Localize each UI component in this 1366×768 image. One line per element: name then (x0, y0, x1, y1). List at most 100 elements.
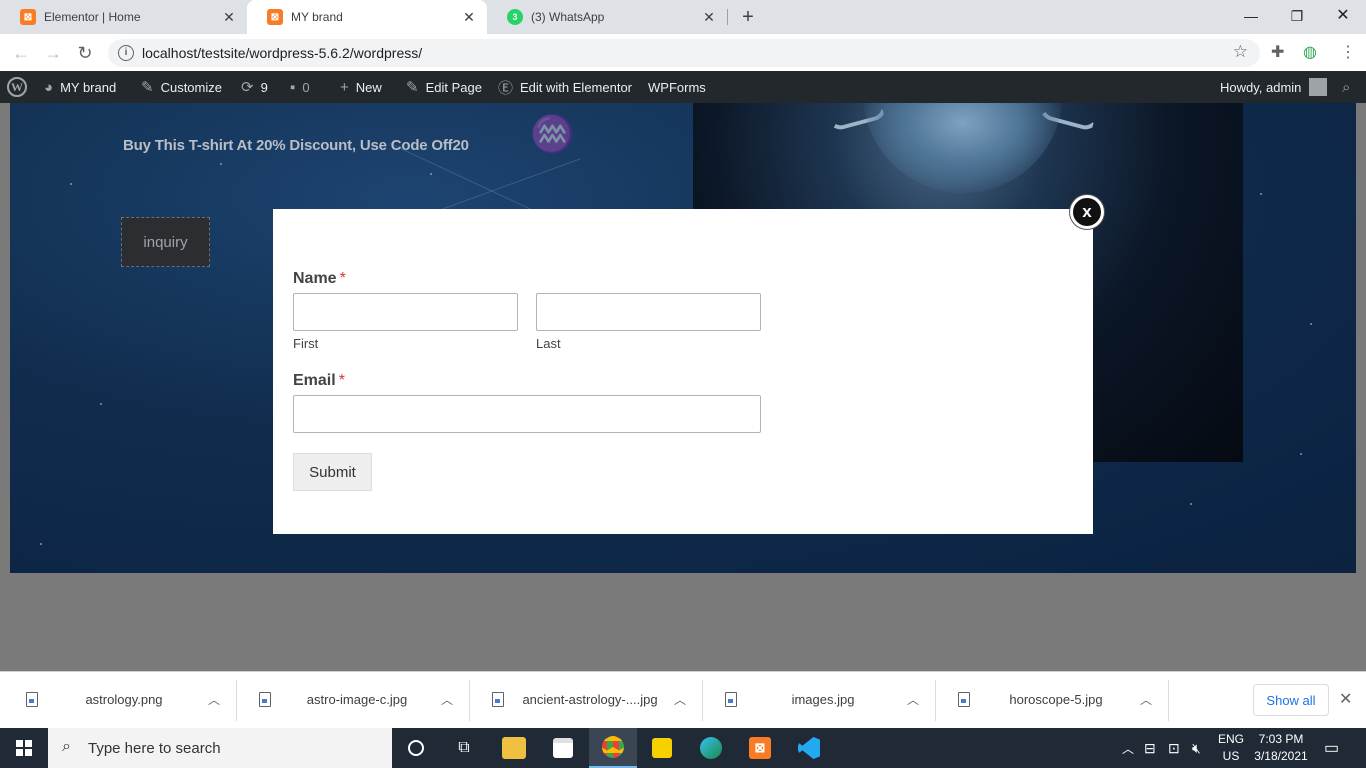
xampp-app[interactable]: ⊠ (736, 728, 784, 768)
chrome-app[interactable] (589, 728, 637, 768)
site-name-label: MY brand (60, 79, 117, 95)
tab-my-brand[interactable]: ⊠ MY brand ✕ (247, 0, 487, 34)
download-filename: horoscope-5.jpg (1009, 692, 1103, 707)
site-info-icon[interactable]: i (118, 45, 134, 61)
restore-icon[interactable]: ❐ (1274, 4, 1320, 28)
tab-whatsapp[interactable]: 3 (3) WhatsApp ✕ (487, 0, 727, 34)
last-sublabel: Last (536, 336, 561, 351)
whatsapp-badge: 3 (512, 12, 518, 22)
chevron-up-icon[interactable]: ︿ (907, 691, 919, 708)
close-icon[interactable]: ✕ (221, 9, 237, 25)
download-item[interactable]: horoscope-5.jpg ︿ (936, 672, 1169, 729)
first-sublabel: First (293, 336, 319, 351)
reload-icon[interactable]: ↻ (74, 42, 96, 64)
my-account-menu[interactable]: Howdy, admin (1220, 71, 1328, 103)
site-name-menu[interactable]: ◕ MY brand (44, 71, 116, 103)
windows-icon (16, 740, 32, 756)
network-icon[interactable]: ⊟ (1144, 728, 1156, 768)
dashboard-icon: ◕ (44, 78, 54, 96)
tab-elementor-home[interactable]: ⊠ Elementor | Home ✕ (0, 0, 247, 34)
edit-with-elementor-link[interactable]: Ⓔ Edit with Elementor (498, 71, 632, 103)
email-field-label: Email * (293, 372, 345, 390)
email-field[interactable] (293, 395, 761, 433)
star-dot (1190, 503, 1192, 505)
input-language[interactable]: ENG US (1216, 731, 1246, 765)
volume-muted-icon[interactable]: 🔇︎ (1192, 728, 1201, 768)
back-icon[interactable]: ← (10, 42, 32, 64)
wp-admin-bar: W ◕ MY brand ✎ Customize ⟳ 9 ▪ 0 + New ✎… (0, 71, 1366, 103)
first-name-input[interactable] (293, 293, 518, 331)
avatar (1309, 78, 1328, 96)
updates-count: 9 (260, 79, 268, 95)
show-hidden-icons[interactable]: ︿ (1122, 728, 1134, 768)
comments-link[interactable]: ▪ 0 (290, 71, 310, 103)
new-content-menu[interactable]: + New (340, 71, 382, 103)
wp-logo-menu[interactable]: W (7, 71, 27, 103)
notifications-icon[interactable]: ▭ (1324, 728, 1339, 768)
tab-title: MY brand (291, 10, 343, 24)
start-button[interactable] (0, 728, 48, 768)
download-filename: ancient-astrology-....jpg (522, 692, 658, 707)
wordpress-icon: W (7, 77, 27, 97)
download-item[interactable]: images.jpg ︿ (703, 672, 936, 729)
extension-globe-icon[interactable]: ◍ (1303, 42, 1317, 62)
task-view-button[interactable]: ⧉ (440, 728, 488, 768)
sticky-notes-app[interactable] (638, 728, 686, 768)
download-item[interactable]: ancient-astrology-....jpg ︿ (470, 672, 703, 729)
inquiry-button[interactable]: inquiry (121, 217, 210, 267)
xampp-icon: ⊠ (20, 9, 36, 25)
address-bar[interactable]: i localhost/testsite/wordpress-5.6.2/wor… (108, 39, 1260, 67)
cortana-icon (408, 740, 424, 756)
show-all-button[interactable]: Show all (1253, 684, 1329, 716)
window-close-icon[interactable]: ✕ (1320, 4, 1366, 28)
close-icon[interactable]: ✕ (701, 9, 717, 25)
new-label: New (355, 79, 382, 95)
cortana-button[interactable] (392, 728, 440, 768)
url-text[interactable]: localhost/testsite/wordpress-5.6.2/wordp… (142, 45, 422, 61)
file-explorer-app[interactable] (490, 728, 538, 768)
chevron-up-icon[interactable]: ︿ (1140, 691, 1152, 708)
store-app[interactable] (539, 728, 587, 768)
admin-search[interactable]: ⌕ (1342, 71, 1357, 103)
last-name-input[interactable] (536, 293, 761, 331)
chevron-up-icon[interactable]: ︿ (441, 691, 453, 708)
network-status-icon[interactable]: ⊡ (1168, 728, 1180, 768)
vscode-app[interactable] (785, 728, 833, 768)
wpforms-menu[interactable]: WPForms (648, 71, 706, 103)
brush-icon: ✎ (141, 79, 154, 96)
extensions-icon[interactable]: ✚ (1271, 42, 1284, 62)
page-content: ♒ Buy This T-shirt At 20% Discount, Use … (0, 103, 1366, 671)
star-dot (70, 183, 72, 185)
pencil-icon: ✎ (406, 79, 419, 96)
star-dot (1300, 453, 1302, 455)
download-filename: astrology.png (85, 692, 163, 707)
taskbar-search[interactable]: ⌕ Type here to search (48, 728, 392, 768)
image-file-icon (259, 692, 271, 707)
sticky-notes-icon (652, 738, 672, 758)
name-label-text: Name (293, 270, 337, 287)
bookmark-star-icon[interactable]: ☆ (1233, 42, 1248, 62)
download-item[interactable]: astrology.png ︿ (4, 672, 237, 729)
system-clock[interactable]: 7:03 PM 3/18/2021 (1252, 731, 1310, 765)
popup-close-button[interactable]: x (1070, 195, 1104, 229)
download-item[interactable]: astro-image-c.jpg ︿ (237, 672, 470, 729)
edge-app[interactable] (687, 728, 735, 768)
customize-link[interactable]: ✎ Customize (141, 71, 222, 103)
close-icon[interactable]: ✕ (1339, 689, 1352, 709)
lang-code: ENG (1217, 732, 1244, 746)
close-icon[interactable]: ✕ (461, 9, 477, 25)
submit-button[interactable]: Submit (293, 453, 372, 491)
chevron-up-icon[interactable]: ︿ (674, 691, 686, 708)
forward-icon[interactable]: → (42, 42, 64, 64)
minimize-icon[interactable]: — (1228, 4, 1274, 28)
tab-separator (727, 9, 728, 25)
store-bag-icon (553, 738, 573, 758)
chevron-up-icon[interactable]: ︿ (208, 691, 220, 708)
updates-link[interactable]: ⟳ 9 (241, 71, 268, 103)
menu-kebab-icon[interactable]: ⋮ (1340, 42, 1356, 62)
new-tab-icon[interactable]: + (738, 6, 758, 29)
divider (1168, 680, 1169, 721)
edit-page-link[interactable]: ✎ Edit Page (406, 71, 482, 103)
constellation-line (430, 158, 581, 214)
image-file-icon (492, 692, 504, 707)
